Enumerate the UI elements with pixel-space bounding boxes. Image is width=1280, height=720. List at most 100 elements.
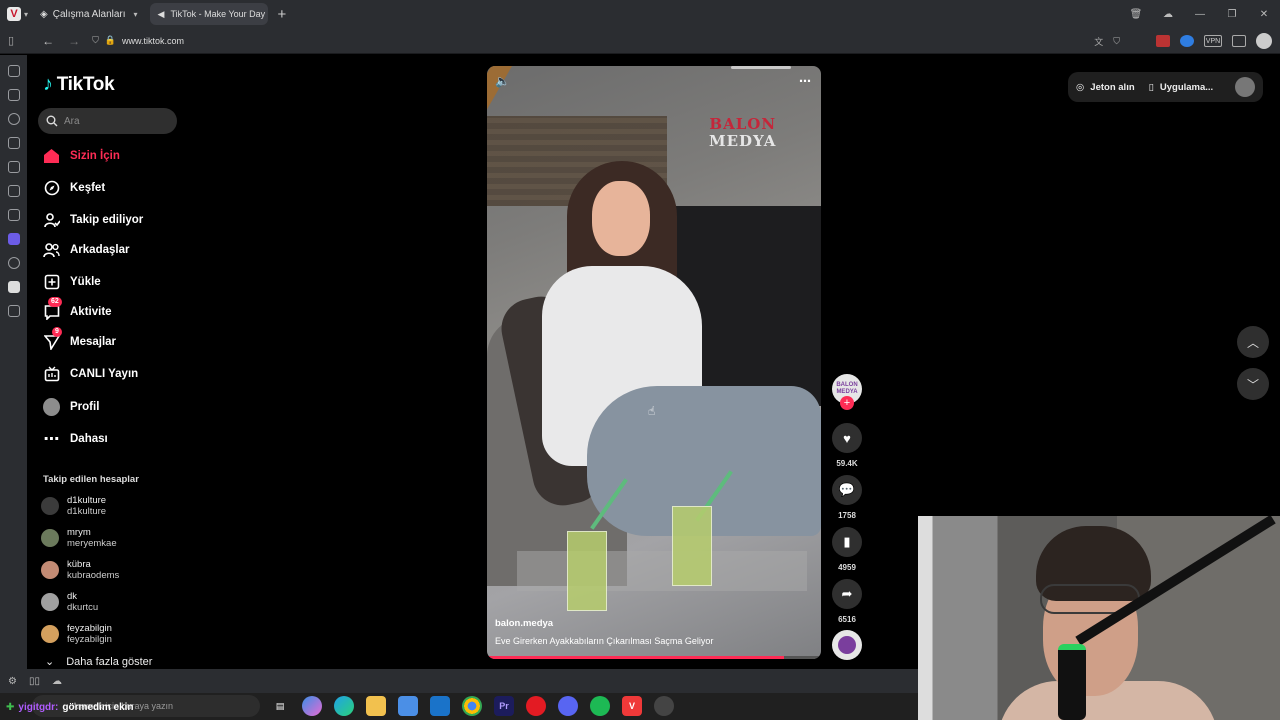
spotify-icon[interactable] [590,696,610,716]
tab-tiktok[interactable]: ◀ TikTok - Make Your Day [149,3,268,25]
premiere-icon[interactable]: Pr [494,696,514,716]
trash-icon[interactable]: 🗑 [1120,9,1152,20]
cloud-icon[interactable]: ☁ [52,676,62,687]
store-icon[interactable] [398,696,418,716]
opera-icon[interactable] [526,696,546,716]
tiktok-logo[interactable]: ♪ TikTok [43,73,115,96]
copilot-icon[interactable] [302,696,322,716]
home-icon [43,148,60,165]
activity-badge: 62 [48,296,62,307]
file-explorer-icon[interactable] [366,696,386,716]
extensions-icon[interactable] [1232,35,1246,47]
search-input[interactable]: Ara [38,108,177,134]
bookmarks-panel-icon[interactable] [7,65,20,77]
back-button[interactable]: ← [42,34,54,48]
nav-live[interactable]: CANLI Yayın [43,363,138,385]
maximize-button[interactable]: ❐ [1216,9,1248,20]
discord-icon[interactable] [558,696,578,716]
friends-icon [43,242,60,259]
window-panel-icon[interactable] [7,209,20,221]
mastodon-panel-icon[interactable] [7,233,20,245]
video-author[interactable]: balon.medya [495,618,553,629]
nav-profile[interactable]: Profil [43,396,99,418]
nav-explore[interactable]: Keşfet [43,177,105,199]
following-accounts-title: Takip edilen hesaplar [43,474,139,485]
bookmark-icon[interactable]: ⛉ [1113,36,1120,47]
comment-icon: 💬 [838,482,856,497]
profile-icon[interactable] [1256,33,1272,49]
extension-icon[interactable] [1180,35,1194,47]
extension-icon[interactable] [1156,35,1170,47]
more-options-icon[interactable]: ⋯ [799,74,811,88]
outlook-icon[interactable] [430,696,450,716]
following-icon [43,212,60,229]
sound-disc[interactable] [832,630,862,660]
browser-status-bar: ⚙ ▯▯ ☁ [0,669,918,693]
cloud-sync-icon[interactable]: ☁ [1152,9,1184,20]
nav-upload[interactable]: Yükle [43,271,101,293]
vivaldi-icon[interactable]: V [622,696,642,716]
following-account[interactable]: mrym meryemkae [41,527,117,549]
close-button[interactable]: ✕ [1248,9,1280,20]
video-description: Eve Girerken Ayakkabıların Çıkarılması S… [495,636,714,646]
like-button[interactable]: ♥ [832,423,862,453]
share-button[interactable]: ➦ [832,579,862,609]
panel-toggle-icon[interactable]: ▯ [8,34,14,47]
video-player[interactable]: BALON MEDYA 🔈 ⋯ ☝ balon.medya Eve Girerk… [487,66,821,659]
following-account[interactable]: dk dkurtcu [41,591,98,613]
vpn-icon[interactable]: VPN [1204,35,1222,47]
shield-icon[interactable]: ⛉ [92,35,99,46]
webcam-overlay [918,516,1280,720]
chevron-down-icon[interactable]: ▾ [24,10,28,19]
task-view-icon[interactable]: ▤ [270,696,290,716]
url-field[interactable]: www.tiktok.com [122,36,184,46]
compass-icon [43,180,60,197]
get-coins-button[interactable]: Jeton alın [1090,82,1134,93]
tiling-icon[interactable]: ▯▯ [29,676,40,687]
minimize-button[interactable]: — [1184,9,1216,20]
speaker-icon[interactable]: ◀ [158,9,165,20]
nav-activity[interactable]: 62 Aktivite [43,296,112,323]
edge-icon[interactable] [334,696,354,716]
forward-button[interactable]: → [68,34,80,48]
workspaces-button[interactable]: ◈ Çalışma Alanları ▾ [40,9,138,20]
vivaldi-menu-icon[interactable]: V [7,7,21,21]
notes-panel-icon[interactable] [7,137,20,149]
user-avatar[interactable] [1235,77,1255,97]
chevron-down-icon: ﹀ [1246,377,1259,392]
following-account[interactable]: feyzabilgin feyzabilgin [41,623,112,645]
following-account[interactable]: kübra kubraodems [41,559,119,581]
previous-video-button[interactable]: ︿ [1237,326,1269,358]
avatar [41,561,59,579]
downloads-panel-icon[interactable] [7,89,20,101]
translate-icon[interactable]: 文 [1094,35,1103,48]
save-button[interactable]: ▮ [832,527,862,557]
add-panel-icon[interactable] [7,305,20,317]
lock-icon[interactable]: 🔒 [105,35,116,46]
following-account[interactable]: d1kulture d1kulture [41,495,106,517]
obs-icon[interactable] [654,696,674,716]
messages-badge: 9 [52,326,62,337]
show-more-button[interactable]: ⌄ Daha fazla göster [45,655,152,669]
get-app-button[interactable]: Uygulama... [1160,82,1213,93]
web-panel-icon[interactable] [7,257,20,269]
wikipedia-panel-icon[interactable] [7,281,20,293]
translate-panel-icon[interactable] [7,161,20,173]
chrome-icon[interactable] [462,696,482,716]
chevron-up-icon: ︿ [1246,335,1259,350]
next-video-button[interactable]: ﹀ [1237,368,1269,400]
nav-more[interactable]: ⋯ Dahası [43,428,108,450]
settings-icon[interactable]: ⚙ [8,676,17,687]
new-tab-button[interactable]: + [278,6,287,23]
reading-list-panel-icon[interactable] [7,185,20,197]
volume-icon[interactable]: 🔈 [495,74,510,88]
nav-following[interactable]: Takip ediliyor [43,209,143,231]
nav-friends[interactable]: Arkadaşlar [43,239,129,261]
video-progress-bar[interactable] [487,656,821,659]
follow-plus-icon[interactable]: + [840,396,854,410]
history-panel-icon[interactable] [7,113,20,125]
nav-for-you[interactable]: Sizin İçin [43,145,120,167]
comment-button[interactable]: 💬 [832,475,862,505]
heart-icon: ♥ [843,430,851,446]
nav-messages[interactable]: 9 Mesajlar [43,326,116,353]
